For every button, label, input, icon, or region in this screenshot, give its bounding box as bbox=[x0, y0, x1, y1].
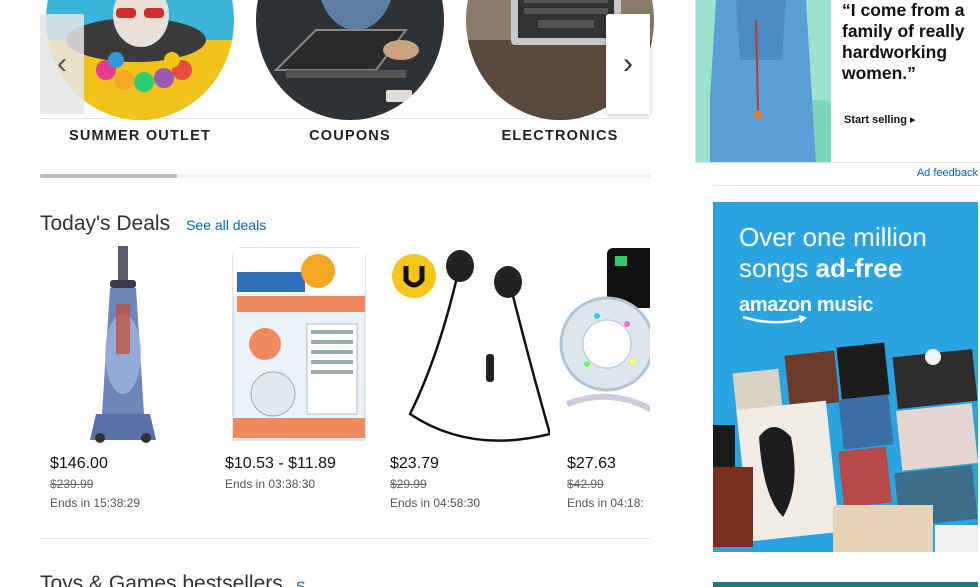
deal-timer: Ends in 15:38:29 bbox=[50, 496, 141, 510]
amazon-music-logo: amazon music bbox=[739, 294, 874, 316]
deal-price: $10.53 - $11.89 bbox=[225, 455, 336, 472]
main-content: SUMMER OUTLET COUPONS ELECTRONICS ‹ › To… bbox=[0, 0, 690, 587]
music-line-1: Over one million bbox=[739, 222, 927, 252]
album-collage bbox=[713, 337, 978, 552]
see-all-deals-link[interactable]: See all deals bbox=[186, 217, 266, 233]
ad-quote: “I come from a family of really hardwork… bbox=[842, 0, 965, 83]
chevron-left-icon: ‹ bbox=[57, 47, 67, 80]
deal-card-vacuum[interactable]: $146.00 $239.99 Ends in 15:38:29 bbox=[40, 244, 210, 524]
start-selling-link[interactable]: Start selling ▸ bbox=[844, 113, 916, 126]
carousel-next-button[interactable]: › bbox=[606, 14, 650, 114]
deal-list-price: $42.99 bbox=[567, 477, 604, 491]
music-line-2-bold: ad-free bbox=[815, 253, 903, 283]
ad-start-selling[interactable]: “I come from a family of really hardwork… bbox=[695, 0, 980, 163]
sidebar: “I come from a family of really hardwork… bbox=[690, 0, 980, 587]
sidebar-divider bbox=[713, 185, 980, 186]
deal-timer: Ends in 04:58:30 bbox=[390, 496, 481, 510]
deal-card-earphones[interactable]: $23.79 $29.99 Ends in 04:58:30 bbox=[380, 244, 550, 524]
deal-card-led-strip[interactable]: $27.63 $42.99 Ends in 04:18: bbox=[557, 244, 650, 524]
product-image[interactable] bbox=[557, 244, 650, 444]
carousel-scrollbar[interactable] bbox=[40, 174, 650, 178]
category-label: SUMMER OUTLET bbox=[68, 128, 212, 144]
deal-price: $27.63 bbox=[567, 455, 616, 472]
section-title: Today's Deals bbox=[40, 212, 171, 235]
music-headline: Over one million songs ad-free bbox=[739, 222, 927, 284]
deal-list-price: $29.99 bbox=[390, 477, 427, 491]
section-title: Toys & Games bestsellers bbox=[40, 572, 283, 587]
category-label: ELECTRONICS bbox=[501, 128, 619, 144]
amazon-smile-icon bbox=[742, 315, 808, 324]
see-more-link[interactable]: S bbox=[296, 578, 305, 587]
section-divider bbox=[40, 538, 650, 539]
laptop-person-icon bbox=[256, 0, 444, 120]
deal-timer: Ends in 04:18: bbox=[567, 496, 644, 510]
ad-bottom-strip bbox=[713, 582, 978, 587]
deal-timer: Ends in 03:38:30 bbox=[225, 477, 316, 491]
music-line-2: songs bbox=[739, 253, 816, 283]
seller-photo bbox=[696, 0, 831, 162]
deal-price: $23.79 bbox=[390, 455, 439, 472]
deal-list-price: $239.99 bbox=[50, 477, 94, 491]
deal-card-sinkshroom[interactable]: $10.53 - $11.89 Ends in 03:38:30 bbox=[215, 244, 385, 524]
deals-header: Today's Deals See all deals bbox=[40, 212, 266, 236]
product-image[interactable] bbox=[380, 244, 550, 444]
product-image[interactable] bbox=[40, 244, 210, 444]
carousel-prev-button[interactable]: ‹ bbox=[40, 14, 84, 114]
chevron-right-icon: › bbox=[623, 47, 633, 80]
ad-amazon-music[interactable]: Over one million songs ad-free amazon mu… bbox=[713, 202, 978, 552]
ad-feedback-link[interactable]: Ad feedback bbox=[917, 167, 978, 179]
category-carousel: SUMMER OUTLET COUPONS ELECTRONICS ‹ › bbox=[40, 0, 654, 180]
category-tile-coupons[interactable]: COUPONS bbox=[250, 0, 450, 150]
product-image[interactable] bbox=[215, 244, 385, 444]
scrollbar-thumb[interactable] bbox=[40, 174, 177, 178]
deal-price: $146.00 bbox=[50, 455, 108, 472]
category-label: COUPONS bbox=[309, 128, 391, 144]
